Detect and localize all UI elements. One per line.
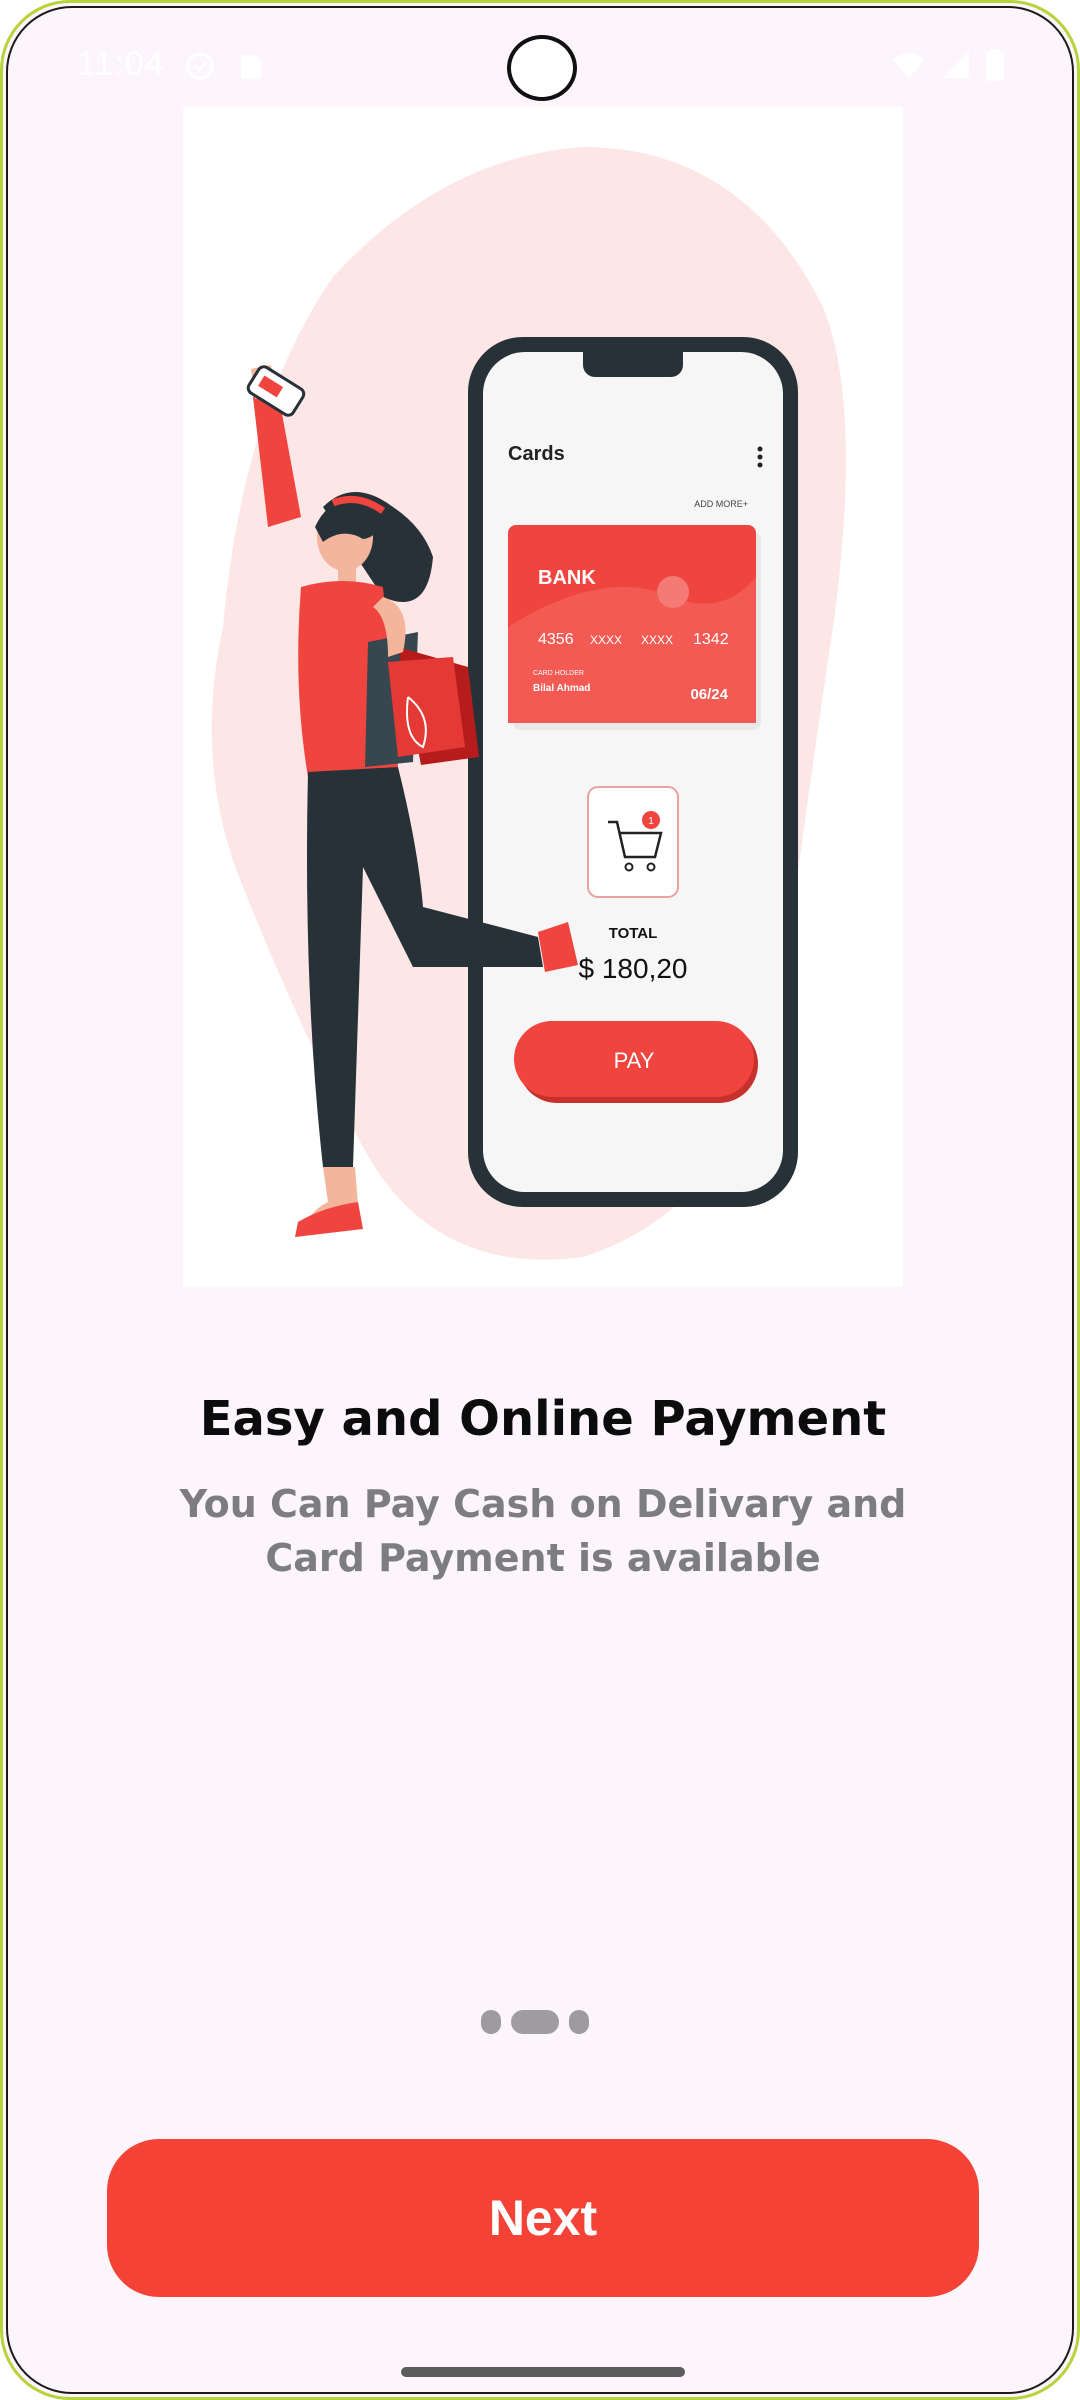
page-dot-3[interactable]	[569, 2010, 589, 2034]
status-icons-right	[891, 49, 1005, 81]
page-dot-2-active[interactable]	[511, 2010, 559, 2034]
total-amount: $ 180,20	[579, 953, 688, 984]
sim-card-icon	[241, 55, 261, 79]
card-number-group-4: 1342	[693, 631, 729, 648]
battery-icon	[986, 49, 1004, 81]
more-dots-icon	[757, 446, 763, 452]
card-number-group-3: XXXX	[641, 633, 673, 647]
onboarding-title: Easy and Online Payment	[199, 1391, 887, 1447]
card-number-group-1: 4356	[538, 631, 574, 648]
status-time: 11:04	[77, 45, 165, 83]
phone-notch	[583, 339, 683, 377]
front-camera	[507, 35, 577, 101]
card-expiry: 06/24	[690, 686, 728, 703]
cart-badge-count: 1	[648, 816, 654, 827]
next-button[interactable]: Next	[107, 2139, 979, 2297]
page-dot-1[interactable]	[481, 2010, 501, 2034]
cart-box	[587, 786, 679, 898]
wifi-icon	[893, 53, 925, 78]
card-number-group-2: XXXX	[590, 633, 622, 647]
total-label: TOTAL	[609, 925, 658, 942]
onboarding-illustration: Cards ADD MORE+ BANK 4356 XXXX XXXX 1342…	[183, 107, 903, 1287]
payment-illustration: Cards ADD MORE+ BANK 4356 XXXX XXXX 1342…	[211, 147, 846, 1260]
shield-icon	[186, 52, 214, 80]
card-holder-name: Bilal Ahmad	[533, 683, 590, 694]
onboarding-subtitle: You Can Pay Cash on Delivary and Card Pa…	[179, 1482, 907, 1580]
card-holder-label: CARD HOLDER	[533, 670, 584, 677]
device-screen: 11:04 Cards ADD MORE+ BANK 4356 XXXX XXX…	[0, 0, 1080, 2400]
phone-header-text: Cards	[508, 443, 565, 465]
card-bank-name: BANK	[538, 567, 596, 589]
signal-icon	[943, 52, 969, 78]
page-indicator	[481, 2009, 605, 2035]
add-more-text: ADD MORE+	[694, 499, 748, 509]
home-gesture-bar[interactable]	[401, 2367, 685, 2377]
illustration-pay-label: PAY	[614, 1048, 655, 1073]
